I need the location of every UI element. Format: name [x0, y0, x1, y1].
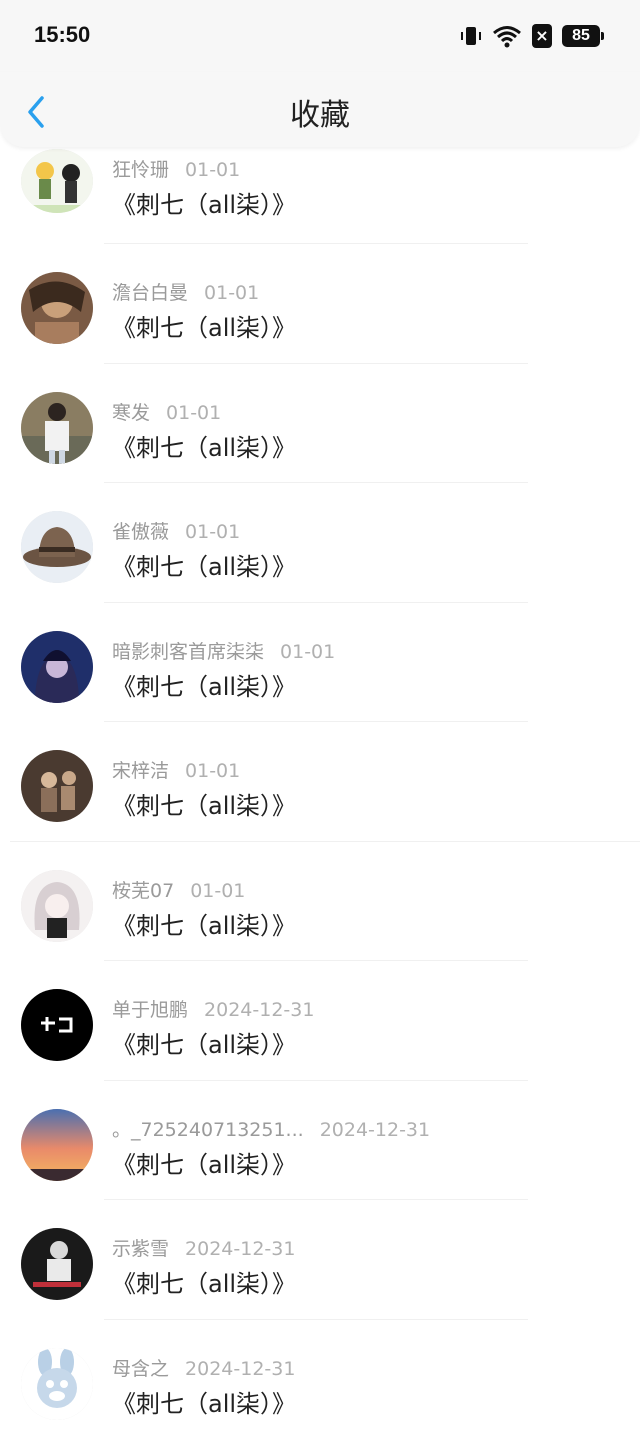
work-title[interactable]: 《刺七（all柒）》 [112, 428, 296, 463]
username: 桉芜07 [112, 880, 174, 902]
username: 澹台白曼 [112, 282, 188, 304]
date: 2024-12-31 [320, 1119, 430, 1141]
avatar[interactable] [21, 989, 93, 1061]
battery-icon: 85 [562, 25, 600, 47]
date: 01-01 [204, 282, 259, 304]
date: 01-01 [190, 880, 245, 902]
work-title[interactable]: 《刺七（all柒）》 [112, 1145, 296, 1180]
list-item[interactable]: 暗影刺客首席柒柒 01-01 《刺七（all柒）》 [0, 603, 640, 723]
vibrate-icon [460, 24, 482, 48]
username: 雀傲薇 [112, 521, 169, 543]
avatar[interactable] [21, 392, 93, 464]
avatar[interactable] [21, 511, 93, 583]
list-item[interactable]: 单于旭鹏 2024-12-31 《刺七（all柒）》 [0, 961, 640, 1081]
username: 示紫雪 [112, 1238, 169, 1260]
date: 01-01 [185, 521, 240, 543]
date: 2024-12-31 [185, 1238, 295, 1260]
list-item[interactable]: 雀傲薇 01-01 《刺七（all柒）》 [0, 483, 640, 603]
work-title[interactable]: 《刺七（all柒）》 [112, 1264, 296, 1299]
favorites-list: 狂怜珊 01-01 《刺七（all柒）》 澹台白曼 01-01 《刺七（all柒）》… [0, 147, 640, 1439]
avatar[interactable] [21, 870, 93, 942]
avatar[interactable] [21, 272, 93, 344]
page-title: 收藏 [0, 90, 640, 134]
wifi-icon [492, 24, 522, 48]
username: 宋梓洁 [112, 760, 169, 782]
date: 01-01 [185, 760, 240, 782]
list-item[interactable]: 。_725240713251... 2024-12-31 《刺七（all柒）》 [0, 1081, 640, 1201]
username: 寒发 [112, 402, 150, 424]
username: 。_725240713251... [112, 1119, 304, 1141]
username: 暗影刺客首席柒柒 [112, 641, 264, 663]
status-time: 15:50 [34, 22, 90, 48]
avatar[interactable] [21, 149, 93, 213]
date: 01-01 [166, 402, 221, 424]
username: 单于旭鹏 [112, 999, 188, 1021]
list-item[interactable]: 狂怜珊 01-01 《刺七（all柒）》 [0, 147, 640, 244]
nav-bar: 收藏 [0, 72, 640, 147]
list-item[interactable]: 宋梓洁 01-01 《刺七（all柒）》 [0, 722, 640, 842]
avatar[interactable] [21, 750, 93, 822]
avatar[interactable] [21, 631, 93, 703]
work-title[interactable]: 《刺七（all柒）》 [112, 308, 296, 343]
avatar[interactable] [21, 1228, 93, 1300]
list-item[interactable]: 寒发 01-01 《刺七（all柒）》 [0, 364, 640, 484]
no-sim-icon: × [532, 24, 552, 48]
date: 01-01 [280, 641, 335, 663]
date: 2024-12-31 [185, 1358, 295, 1380]
list-item[interactable]: 母含之 2024-12-31 《刺七（all柒）》 [0, 1320, 640, 1439]
list-item[interactable]: 示紫雪 2024-12-31 《刺七（all柒）》 [0, 1200, 640, 1320]
username: 母含之 [112, 1358, 169, 1380]
date: 01-01 [185, 159, 240, 181]
work-title[interactable]: 《刺七（all柒）》 [112, 547, 296, 582]
work-title[interactable]: 《刺七（all柒）》 [112, 1384, 296, 1419]
username: 狂怜珊 [112, 159, 169, 181]
list-item[interactable]: 澹台白曼 01-01 《刺七（all柒）》 [0, 244, 640, 364]
work-title[interactable]: 《刺七（all柒）》 [112, 667, 296, 702]
status-icons: × 85 [460, 22, 600, 50]
avatar[interactable] [21, 1109, 93, 1181]
work-title[interactable]: 《刺七（all柒）》 [112, 786, 296, 821]
work-title[interactable]: 《刺七（all柒）》 [112, 185, 296, 220]
list-item[interactable]: 桉芜07 01-01 《刺七（all柒）》 [0, 842, 640, 962]
date: 2024-12-31 [204, 999, 314, 1021]
avatar[interactable] [21, 1348, 93, 1420]
status-bar: 15:50 × 85 [0, 0, 640, 72]
work-title[interactable]: 《刺七（all柒）》 [112, 1025, 296, 1060]
work-title[interactable]: 《刺七（all柒）》 [112, 906, 296, 941]
